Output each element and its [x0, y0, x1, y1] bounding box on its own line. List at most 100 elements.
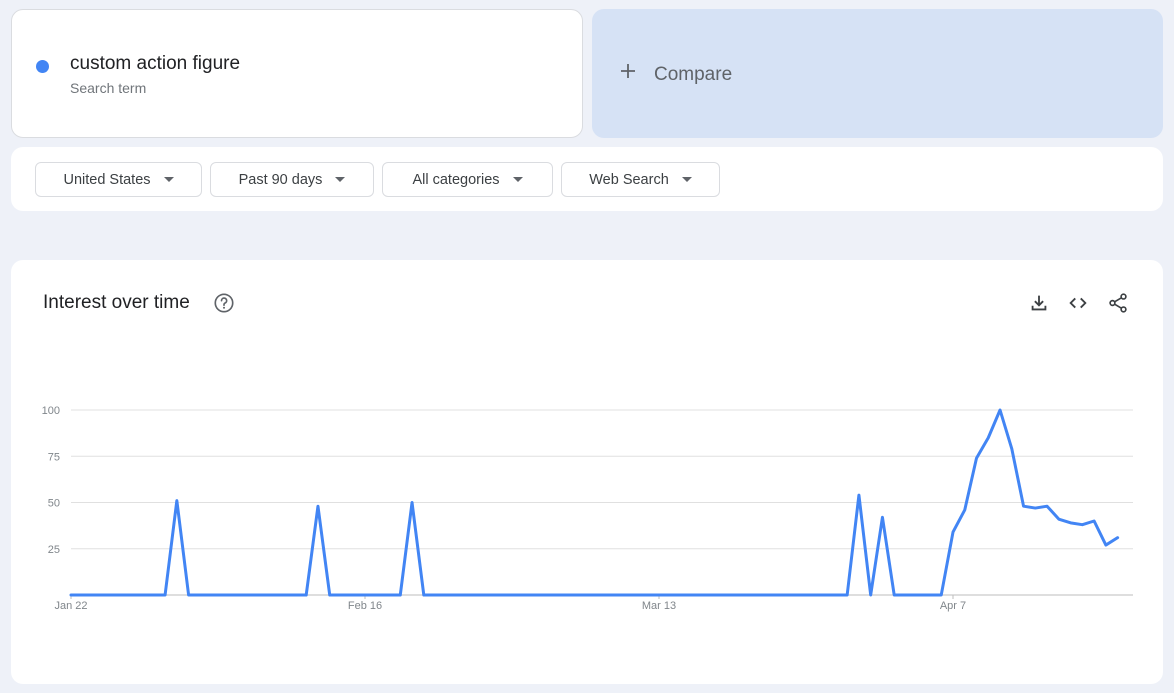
- data-point[interactable]: [220, 591, 228, 599]
- data-point[interactable]: [631, 591, 639, 599]
- data-point[interactable]: [526, 591, 534, 599]
- data-point[interactable]: [737, 591, 745, 599]
- data-point[interactable]: [961, 506, 969, 514]
- data-point[interactable]: [267, 591, 275, 599]
- data-point[interactable]: [161, 591, 169, 599]
- data-point[interactable]: [761, 591, 769, 599]
- data-point[interactable]: [467, 591, 475, 599]
- data-point[interactable]: [1090, 517, 1098, 525]
- data-point[interactable]: [573, 591, 581, 599]
- data-point[interactable]: [620, 591, 628, 599]
- filter-category[interactable]: All categories: [382, 162, 553, 197]
- data-point[interactable]: [79, 591, 87, 599]
- data-point[interactable]: [808, 591, 816, 599]
- data-point[interactable]: [1043, 502, 1051, 510]
- data-point[interactable]: [949, 528, 957, 536]
- data-point[interactable]: [878, 513, 886, 521]
- data-point[interactable]: [831, 591, 839, 599]
- data-point[interactable]: [490, 591, 498, 599]
- data-point[interactable]: [279, 591, 287, 599]
- data-point[interactable]: [643, 591, 651, 599]
- data-point[interactable]: [667, 591, 675, 599]
- data-point[interactable]: [67, 591, 75, 599]
- data-point[interactable]: [514, 591, 522, 599]
- data-point[interactable]: [455, 591, 463, 599]
- data-point[interactable]: [420, 591, 428, 599]
- data-point[interactable]: [726, 591, 734, 599]
- data-point[interactable]: [973, 454, 981, 462]
- data-point[interactable]: [655, 591, 663, 599]
- data-point[interactable]: [773, 591, 781, 599]
- data-point[interactable]: [149, 591, 157, 599]
- data-point[interactable]: [326, 591, 334, 599]
- data-point[interactable]: [443, 591, 451, 599]
- data-point[interactable]: [1114, 534, 1122, 542]
- data-point[interactable]: [537, 591, 545, 599]
- data-point[interactable]: [914, 591, 922, 599]
- data-point[interactable]: [126, 591, 134, 599]
- data-point[interactable]: [408, 499, 416, 507]
- data-point[interactable]: [91, 591, 99, 599]
- data-point[interactable]: [114, 591, 122, 599]
- data-point[interactable]: [255, 591, 263, 599]
- share-icon[interactable]: [1107, 292, 1129, 314]
- data-point[interactable]: [890, 591, 898, 599]
- data-point[interactable]: [243, 591, 251, 599]
- data-point[interactable]: [502, 591, 510, 599]
- filter-location[interactable]: United States: [35, 162, 202, 197]
- data-point[interactable]: [361, 591, 369, 599]
- data-point[interactable]: [208, 591, 216, 599]
- data-point[interactable]: [302, 591, 310, 599]
- data-point[interactable]: [138, 591, 146, 599]
- data-point[interactable]: [690, 591, 698, 599]
- data-point[interactable]: [373, 591, 381, 599]
- data-point[interactable]: [820, 591, 828, 599]
- data-point[interactable]: [596, 591, 604, 599]
- data-point[interactable]: [902, 591, 910, 599]
- embed-icon[interactable]: [1067, 292, 1089, 314]
- data-point[interactable]: [925, 591, 933, 599]
- data-point[interactable]: [714, 591, 722, 599]
- help-icon[interactable]: [213, 292, 235, 314]
- data-point[interactable]: [337, 591, 345, 599]
- data-point[interactable]: [314, 502, 322, 510]
- data-point[interactable]: [1020, 502, 1028, 510]
- data-point[interactable]: [984, 434, 992, 442]
- data-point[interactable]: [843, 591, 851, 599]
- data-point[interactable]: [702, 591, 710, 599]
- data-point[interactable]: [232, 591, 240, 599]
- data-point[interactable]: [1067, 519, 1075, 527]
- search-term-card[interactable]: custom action figure Search term: [11, 9, 583, 138]
- data-point[interactable]: [479, 591, 487, 599]
- data-point[interactable]: [196, 591, 204, 599]
- data-point[interactable]: [1031, 504, 1039, 512]
- data-point[interactable]: [173, 497, 181, 505]
- data-point[interactable]: [679, 591, 687, 599]
- data-point[interactable]: [290, 591, 298, 599]
- data-point[interactable]: [1008, 445, 1016, 453]
- data-point[interactable]: [784, 591, 792, 599]
- data-point[interactable]: [432, 591, 440, 599]
- data-point[interactable]: [937, 591, 945, 599]
- data-point[interactable]: [996, 406, 1004, 414]
- data-point[interactable]: [867, 591, 875, 599]
- data-point[interactable]: [1078, 521, 1086, 529]
- data-point[interactable]: [855, 491, 863, 499]
- data-point[interactable]: [102, 591, 110, 599]
- data-point[interactable]: [1102, 541, 1110, 549]
- data-point[interactable]: [561, 591, 569, 599]
- data-point[interactable]: [549, 591, 557, 599]
- data-point[interactable]: [185, 591, 193, 599]
- data-point[interactable]: [584, 591, 592, 599]
- data-point[interactable]: [1055, 515, 1063, 523]
- data-point[interactable]: [796, 591, 804, 599]
- download-icon[interactable]: [1028, 292, 1050, 314]
- filter-time-range[interactable]: Past 90 days: [210, 162, 374, 197]
- data-point[interactable]: [385, 591, 393, 599]
- data-point[interactable]: [608, 591, 616, 599]
- compare-button[interactable]: Compare: [592, 9, 1163, 138]
- filter-search-type[interactable]: Web Search: [561, 162, 720, 197]
- data-point[interactable]: [349, 591, 357, 599]
- data-point[interactable]: [396, 591, 404, 599]
- data-point[interactable]: [749, 591, 757, 599]
